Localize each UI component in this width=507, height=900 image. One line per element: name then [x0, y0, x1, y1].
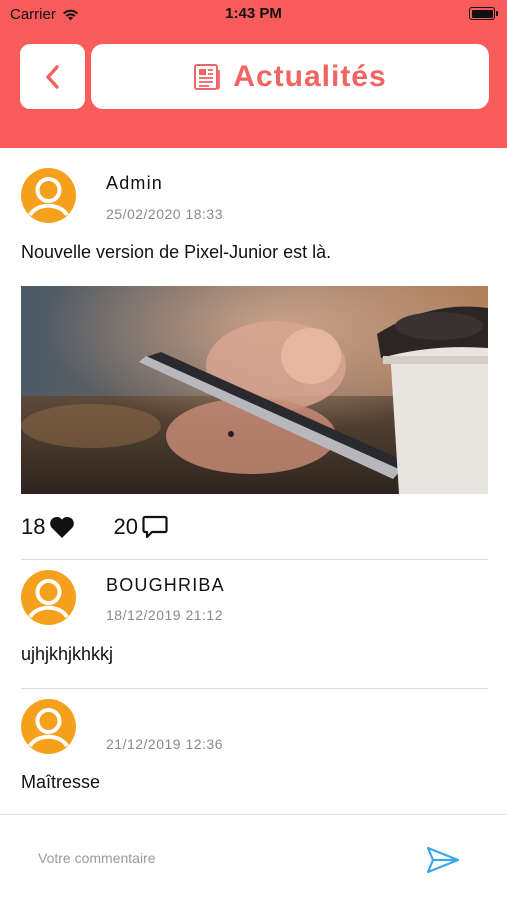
post-stats: 18 20 [21, 514, 168, 540]
post-author: Admin [106, 173, 164, 193]
post-text: Nouvelle version de Pixel-Junior est là. [21, 242, 332, 262]
status-bar: Carrier 1:43 PM [0, 0, 507, 28]
clock: 1:43 PM [225, 5, 282, 22]
comment-input[interactable] [38, 845, 398, 871]
page-title-box: Actualités [91, 44, 489, 109]
divider [21, 559, 488, 560]
comment-date: 18/12/2019 21:12 [106, 607, 223, 623]
battery-icon [469, 7, 498, 20]
comment-text: ujhjkhjkhkkj [21, 644, 114, 664]
back-button[interactable] [20, 44, 85, 109]
comment-date: 21/12/2019 12:36 [106, 736, 223, 752]
heart-icon [50, 516, 75, 538]
comment-composer [0, 814, 507, 900]
newspaper-icon [194, 63, 221, 90]
chevron-left-icon [45, 64, 59, 89]
avatar [21, 699, 76, 754]
likes-count: 18 [21, 514, 46, 539]
comment-author: BOUGHRIBA [106, 575, 225, 595]
post-image[interactable] [21, 286, 488, 494]
comment-bubble-icon [142, 515, 168, 539]
news-feed[interactable]: Admin 25/02/2020 18:33 Nouvelle version … [0, 148, 507, 814]
divider [21, 688, 488, 689]
comments-count: 20 [113, 514, 138, 539]
phone-coffee-photo [21, 286, 488, 494]
page-title: Actualités [233, 59, 387, 93]
comments-counter[interactable]: 20 [113, 514, 168, 540]
send-button[interactable] [424, 843, 462, 877]
avatar [21, 168, 76, 223]
comment-text: Maîtresse [21, 772, 101, 792]
avatar [21, 570, 76, 625]
send-icon [426, 846, 460, 874]
post-date: 25/02/2020 18:33 [106, 206, 223, 222]
app-header: Carrier 1:43 PM Actualités [0, 0, 507, 148]
likes-counter[interactable]: 18 [21, 514, 75, 540]
